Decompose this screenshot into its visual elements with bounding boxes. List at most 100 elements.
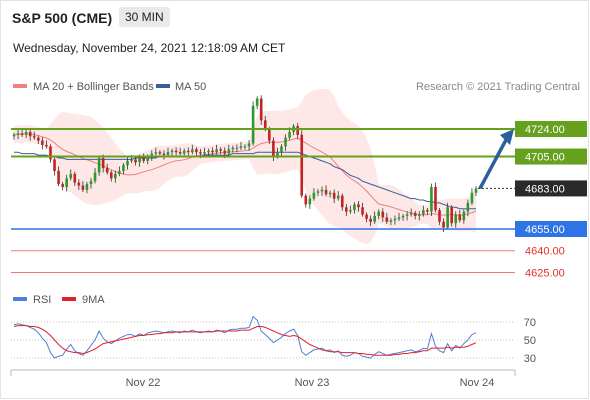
candle-body — [170, 150, 174, 153]
candle-body — [20, 133, 24, 135]
candle-body — [308, 198, 312, 205]
candle-body — [434, 186, 437, 211]
x-tick-label: Nov 24 — [460, 377, 495, 389]
candle-body — [37, 137, 40, 141]
candle-body — [357, 204, 360, 208]
candle-body — [154, 152, 158, 154]
candle-body — [300, 134, 304, 196]
forecast-arrow-shaft — [478, 137, 509, 190]
candle-body — [85, 184, 89, 190]
candle-body — [174, 150, 178, 153]
support-price-label-red: 4625.00 — [525, 267, 565, 279]
candle-body — [328, 192, 332, 195]
candle-body — [247, 143, 251, 147]
candle-body — [93, 172, 97, 182]
candle-body — [211, 150, 214, 153]
candle-body — [377, 211, 381, 216]
resistance-price-label: 4724.00 — [525, 124, 565, 136]
candle-body — [426, 210, 429, 212]
candle-body — [142, 157, 145, 161]
candle-body — [203, 152, 206, 154]
candle-body — [231, 147, 235, 150]
candle-body — [320, 189, 324, 192]
rsi-legend-label: RSI — [33, 294, 51, 306]
candle-body — [263, 120, 267, 129]
candle-body — [215, 149, 218, 153]
candle-body — [312, 192, 316, 199]
candle-body — [272, 140, 275, 157]
candle-body — [288, 131, 291, 138]
credit-label: Research © 2021 Trading Central — [416, 81, 580, 93]
candle-body — [134, 159, 137, 163]
candle-body — [401, 215, 405, 218]
candle-body — [450, 207, 453, 224]
candle-body — [195, 149, 198, 153]
candle-body — [413, 213, 417, 216]
candle-body — [296, 126, 299, 135]
candle-body — [32, 136, 36, 138]
candle-body — [336, 195, 340, 199]
candle-body — [365, 214, 368, 219]
candle-body — [158, 152, 162, 154]
candle-body — [385, 217, 389, 222]
candle-body — [118, 171, 121, 174]
chart-svg: MA 20 + Bollinger Bands MA 50 Research © 2… — [10, 81, 587, 389]
candle-body — [178, 152, 182, 154]
candle-body — [353, 204, 356, 211]
candle-body — [438, 210, 441, 222]
ma50-legend-swatch — [156, 84, 170, 88]
rsi-ma-legend-label: 9MA — [82, 294, 105, 306]
candle-body — [227, 149, 231, 154]
support-price-label: 4655.00 — [525, 224, 565, 236]
candle-body — [361, 207, 364, 215]
candle-body — [105, 168, 109, 173]
candle-body — [389, 220, 393, 222]
candle-body — [53, 159, 56, 172]
candle-body — [12, 134, 16, 137]
candle-body — [186, 150, 190, 153]
candle-body — [280, 146, 283, 153]
rsi-tick-label: 70 — [524, 317, 536, 329]
candle-body — [474, 188, 478, 193]
candle-body — [243, 146, 247, 148]
candle-body — [65, 178, 68, 187]
ma20-legend-swatch — [13, 84, 27, 88]
candle-body — [97, 157, 101, 173]
candle-body — [223, 150, 227, 154]
candle-body — [422, 210, 425, 215]
candle-body — [207, 150, 210, 153]
candle-body — [16, 133, 20, 135]
candle-body — [162, 153, 166, 156]
candle-body — [255, 98, 259, 106]
candle-body — [373, 215, 376, 222]
candle-body — [41, 140, 44, 145]
rsi-line — [13, 315, 477, 359]
candle-body — [89, 181, 93, 185]
candle-body — [324, 189, 328, 195]
candle-body — [122, 165, 125, 172]
rsi-ma-legend-swatch — [62, 297, 76, 301]
candle-body — [182, 150, 186, 154]
candle-body — [61, 184, 64, 187]
candle-body — [409, 213, 413, 215]
candle-body — [332, 192, 336, 199]
rsi-tick-label: 50 — [524, 335, 536, 347]
support-price-label-red: 4640.00 — [525, 246, 565, 258]
candle-body — [304, 195, 308, 205]
candle-body — [45, 144, 48, 147]
resistance-price-label: 4705.00 — [525, 152, 565, 164]
ma50-legend-label: MA 50 — [175, 81, 206, 93]
candle-body — [259, 98, 263, 121]
candle-body — [466, 202, 470, 212]
candle-body — [454, 214, 458, 224]
candle-body — [81, 185, 85, 190]
rsi-legend-swatch — [13, 297, 27, 301]
candle-body — [381, 211, 385, 218]
candle-body — [268, 129, 271, 141]
candle-body — [251, 105, 255, 144]
candle-body — [316, 191, 320, 193]
candle-body — [235, 147, 239, 149]
candle-body — [397, 217, 401, 219]
candle-body — [114, 173, 117, 179]
candle-body — [24, 131, 28, 135]
